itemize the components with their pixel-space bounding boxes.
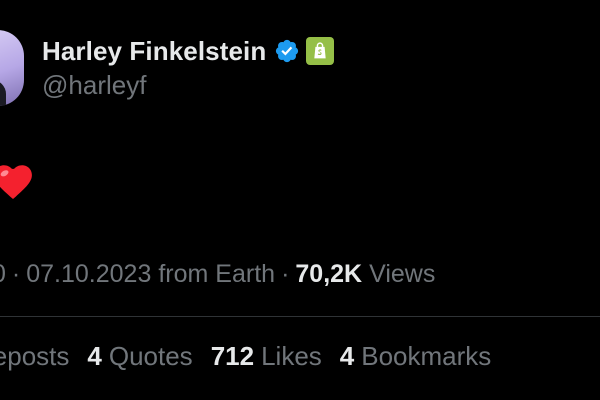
meta-separator-2: ·: [281, 259, 290, 288]
shopify-bag-icon[interactable]: [306, 37, 335, 65]
bookmarks-stat[interactable]: 4 Bookmarks: [340, 341, 492, 372]
tweet-source: from Earth: [158, 259, 276, 288]
quotes-count: 4: [87, 340, 102, 371]
avatar-shadow: [0, 80, 6, 106]
likes-label: Likes: [261, 340, 322, 371]
likes-stat[interactable]: 712 Likes: [211, 341, 322, 372]
engagement-stats: Reposts 4 Quotes 712 Likes 4 Bookmarks: [0, 339, 509, 373]
quotes-label: Quotes: [108, 340, 193, 371]
reposts-label: Reposts: [0, 340, 70, 371]
views-label: Views: [369, 259, 436, 288]
tweet-date[interactable]: 07.10.2023: [26, 260, 151, 289]
tweet-time[interactable]: 0: [0, 260, 6, 289]
avatar[interactable]: [0, 30, 24, 106]
verified-icon[interactable]: [274, 38, 300, 64]
likes-count: 712: [210, 340, 255, 371]
heart-icon: [0, 161, 34, 201]
author-handle[interactable]: @harleyf: [42, 70, 146, 101]
meta-separator: ·: [11, 259, 21, 288]
bookmarks-count: 4: [339, 340, 355, 371]
views-count: 70,2K: [295, 259, 363, 288]
quotes-stat[interactable]: 4 Quotes: [87, 341, 192, 372]
reposts-stat[interactable]: Reposts: [0, 341, 69, 372]
divider: [0, 316, 600, 317]
tweet-meta: 0 · 07.10.2023 from Earth · 70,2K Views: [0, 257, 435, 291]
bookmarks-label: Bookmarks: [361, 340, 492, 371]
author-display-name[interactable]: Harley Finkelstein: [42, 36, 266, 67]
author-name-row: Harley Finkelstein: [42, 34, 335, 68]
